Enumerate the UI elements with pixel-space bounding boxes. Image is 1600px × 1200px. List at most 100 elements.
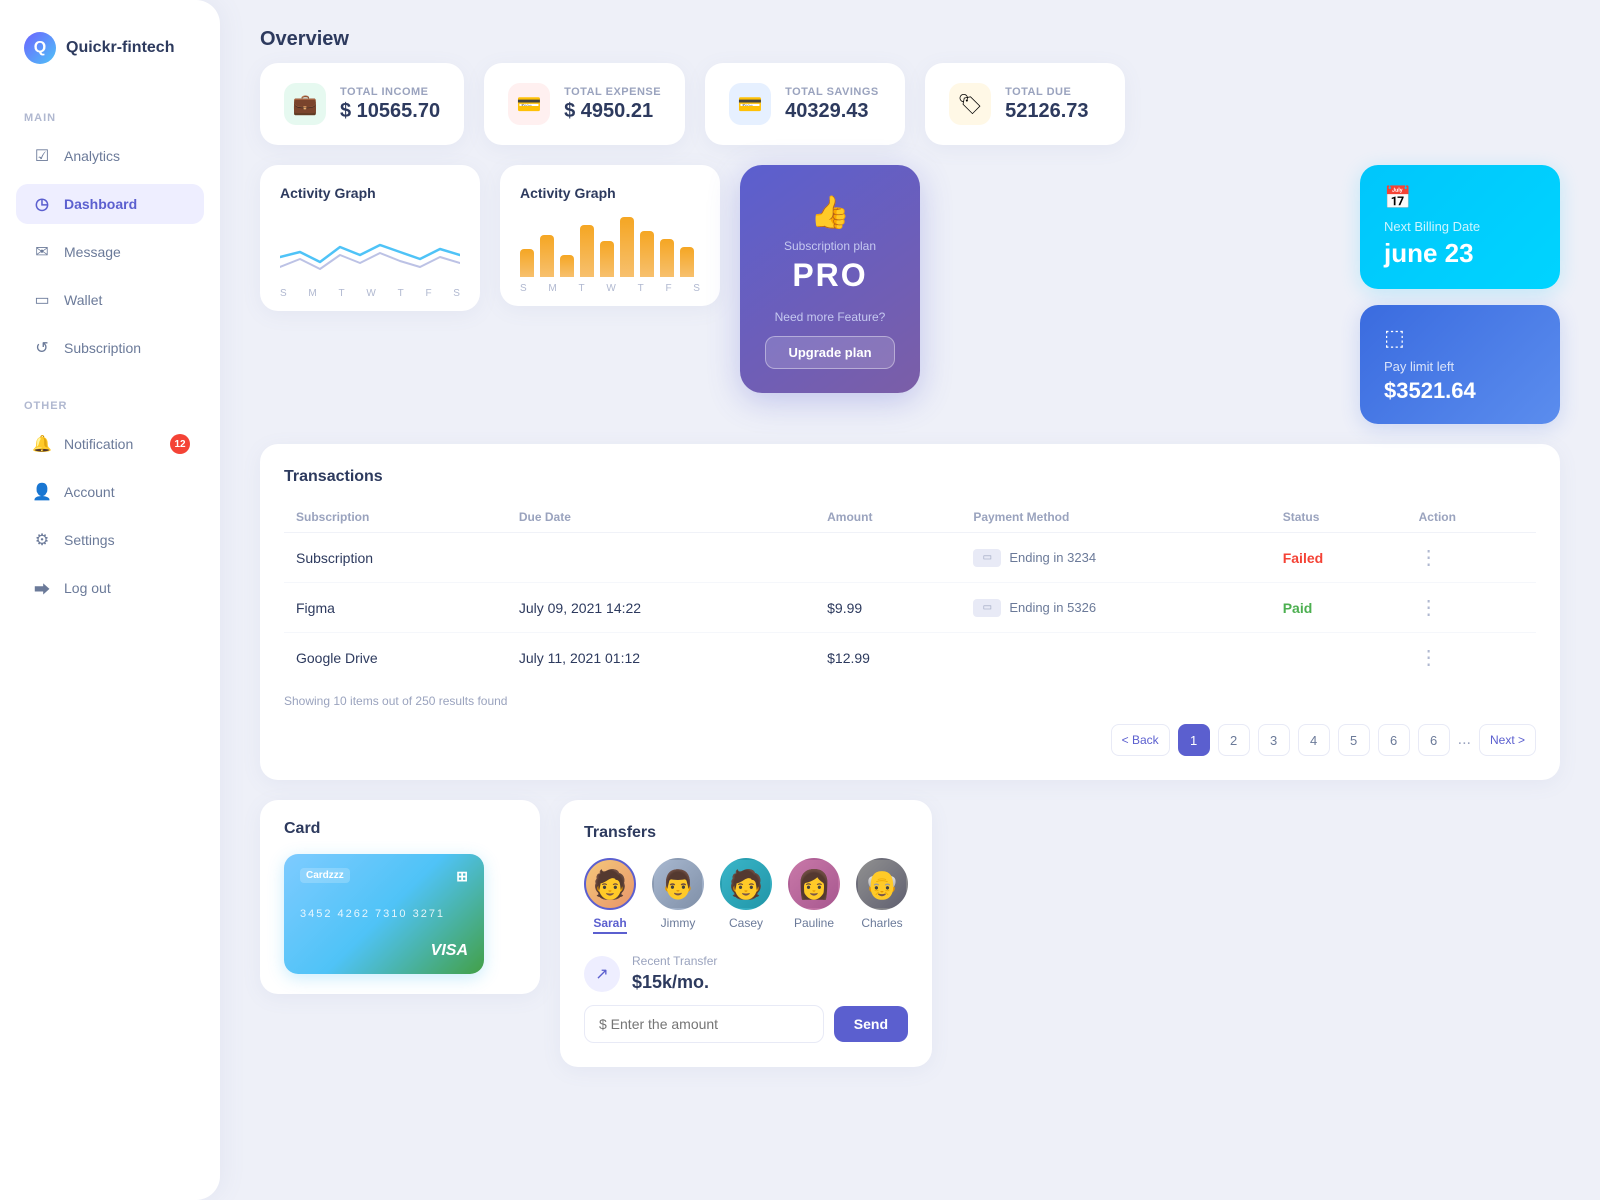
pagination-next[interactable]: Next > xyxy=(1479,724,1536,756)
notification-label: Notification xyxy=(64,436,133,452)
card-top: Cardzzz ⊞ xyxy=(300,868,468,885)
card-icon: ▭ xyxy=(973,549,1001,567)
wallet-icon: ▭ xyxy=(32,290,52,310)
bar-8 xyxy=(660,239,674,277)
wave-labels: SMTWTFS xyxy=(280,288,460,299)
bar-labels: SMTWTFS xyxy=(520,283,700,294)
account-label: Account xyxy=(64,484,115,500)
page-5[interactable]: 5 xyxy=(1338,724,1370,756)
bar-7 xyxy=(640,231,654,277)
pay-limit-label: Pay limit left xyxy=(1384,359,1536,374)
sidebar-item-dashboard[interactable]: ◷ Dashboard xyxy=(16,184,204,224)
logout-label: Log out xyxy=(64,580,111,596)
page-2[interactable]: 2 xyxy=(1218,724,1250,756)
transactions-footer: Showing 10 items out of 250 results foun… xyxy=(284,694,1536,708)
wave-chart xyxy=(280,217,460,277)
table-row: Google Drive July 11, 2021 01:12 $12.99 … xyxy=(284,633,1536,683)
transfer-person-pauline[interactable]: 👩 Pauline xyxy=(788,858,840,934)
pagination: < Back 1 2 3 4 5 6 6 ... Next > xyxy=(284,724,1536,756)
total-income-info: TOTAL INCOME $ 10565.70 xyxy=(340,86,440,123)
recent-transfer-icon: ↗ xyxy=(584,956,620,992)
sidebar-item-subscription[interactable]: ↺ Subscription xyxy=(16,328,204,368)
row2-due: July 09, 2021 14:22 xyxy=(507,583,815,633)
transfer-person-sarah[interactable]: 🧑 Sarah xyxy=(584,858,636,934)
pay-limit-amount: $3521.64 xyxy=(1384,378,1536,404)
transfer-amount-input[interactable] xyxy=(584,1005,824,1043)
credit-card-visual: Cardzzz ⊞ 3452 4262 7310 3271 VISA xyxy=(284,854,484,974)
next-billing-date: june 23 xyxy=(1384,238,1536,269)
pay-limit-icon: ⬚ xyxy=(1384,325,1536,351)
page-6[interactable]: 6 xyxy=(1378,724,1410,756)
row2-action[interactable]: ⋮ xyxy=(1407,583,1536,633)
col-subscription: Subscription xyxy=(284,502,507,533)
total-expense-label: TOTAL EXPENSE xyxy=(564,86,661,98)
total-savings-card: 💳 TOTAL SAVINGS 40329.43 xyxy=(705,63,905,145)
transactions-title: Transactions xyxy=(284,468,1536,486)
sidebar-item-message[interactable]: ✉ Message xyxy=(16,232,204,272)
logout-icon: ⮕ xyxy=(32,578,52,598)
transfer-person-casey[interactable]: 🧑 Casey xyxy=(720,858,772,934)
row3-name: Google Drive xyxy=(284,633,507,683)
activity-graph-1-card: Activity Graph SMTWTFS xyxy=(260,165,480,311)
row1-action[interactable]: ⋮ xyxy=(1407,533,1536,583)
bar-chart xyxy=(520,217,700,277)
top-cards-row: 💼 TOTAL INCOME $ 10565.70 💳 TOTAL EXPENS… xyxy=(220,63,1600,145)
row1-amount xyxy=(815,533,961,583)
total-due-card: 🏷 TOTAL DUE 52126.73 xyxy=(925,63,1125,145)
row2-status: Paid xyxy=(1271,583,1407,633)
pay-limit-card: ⬚ Pay limit left $3521.64 xyxy=(1360,305,1560,424)
next-billing-label: Next Billing Date xyxy=(1384,219,1536,234)
sidebar-item-account[interactable]: 👤 Account xyxy=(16,472,204,512)
sidebar-item-wallet[interactable]: ▭ Wallet xyxy=(16,280,204,320)
page-1[interactable]: 1 xyxy=(1178,724,1210,756)
overview-title: Overview xyxy=(220,0,1600,63)
card-section-title: Card xyxy=(284,820,516,838)
billing-column: 📅 Next Billing Date june 23 ⬚ Pay limit … xyxy=(1360,165,1560,424)
transactions-table: Subscription Due Date Amount Payment Met… xyxy=(284,502,1536,682)
app-name: Quickr-fintech xyxy=(66,39,174,57)
activity-graph-2-title: Activity Graph xyxy=(520,185,700,201)
total-savings-value: 40329.43 xyxy=(785,100,879,123)
transfer-person-charles[interactable]: 👴 Charles xyxy=(856,858,908,934)
total-due-label: TOTAL DUE xyxy=(1005,86,1088,98)
page-ellipsis: ... xyxy=(1458,731,1471,749)
page-6b[interactable]: 6 xyxy=(1418,724,1450,756)
transfer-input-row: Send xyxy=(584,1005,908,1043)
pro-plan-name: PRO xyxy=(792,257,867,294)
name-charles: Charles xyxy=(861,916,902,930)
page-3[interactable]: 3 xyxy=(1258,724,1290,756)
sidebar: Q Quickr-fintech MAIN ☑ Analytics ◷ Dash… xyxy=(0,0,220,1200)
sidebar-item-settings[interactable]: ⚙ Settings xyxy=(16,520,204,560)
logo: Q Quickr-fintech xyxy=(16,32,204,64)
analytics-label: Analytics xyxy=(64,148,120,164)
table-row: Figma July 09, 2021 14:22 $9.99 ▭ Ending… xyxy=(284,583,1536,633)
row3-action[interactable]: ⋮ xyxy=(1407,633,1536,683)
avatar-sarah: 🧑 xyxy=(584,858,636,910)
row2-amount: $9.99 xyxy=(815,583,961,633)
logo-icon: Q xyxy=(24,32,56,64)
wallet-label: Wallet xyxy=(64,292,102,308)
dashboard-icon: ◷ xyxy=(32,194,52,214)
subscription-icon: ↺ xyxy=(32,338,52,358)
analytics-icon: ☑ xyxy=(32,146,52,166)
send-button[interactable]: Send xyxy=(834,1006,908,1042)
activity-graph-1-title: Activity Graph xyxy=(280,185,460,201)
page-4[interactable]: 4 xyxy=(1298,724,1330,756)
transactions-section: Transactions Subscription Due Date Amoun… xyxy=(260,444,1560,780)
total-expense-value: $ 4950.21 xyxy=(564,100,661,123)
col-amount: Amount xyxy=(815,502,961,533)
bar-5 xyxy=(600,241,614,277)
upgrade-plan-button[interactable]: Upgrade plan xyxy=(765,336,894,369)
message-label: Message xyxy=(64,244,121,260)
total-due-value: 52126.73 xyxy=(1005,100,1088,123)
transfer-person-jimmy[interactable]: 👨 Jimmy xyxy=(652,858,704,934)
pro-subscription-card: 👍 Subscription plan PRO Need more Featur… xyxy=(740,165,920,393)
sidebar-item-analytics[interactable]: ☑ Analytics xyxy=(16,136,204,176)
billing-calendar-icon: 📅 xyxy=(1384,185,1536,211)
sidebar-item-logout[interactable]: ⮕ Log out xyxy=(16,568,204,608)
sidebar-item-notification[interactable]: 🔔 Notification 12 xyxy=(16,424,204,464)
row1-payment: ▭ Ending in 3234 xyxy=(961,533,1270,583)
card-section: Card Cardzzz ⊞ 3452 4262 7310 3271 VISA xyxy=(260,800,540,994)
pagination-back[interactable]: < Back xyxy=(1111,724,1170,756)
bar-1 xyxy=(520,249,534,277)
